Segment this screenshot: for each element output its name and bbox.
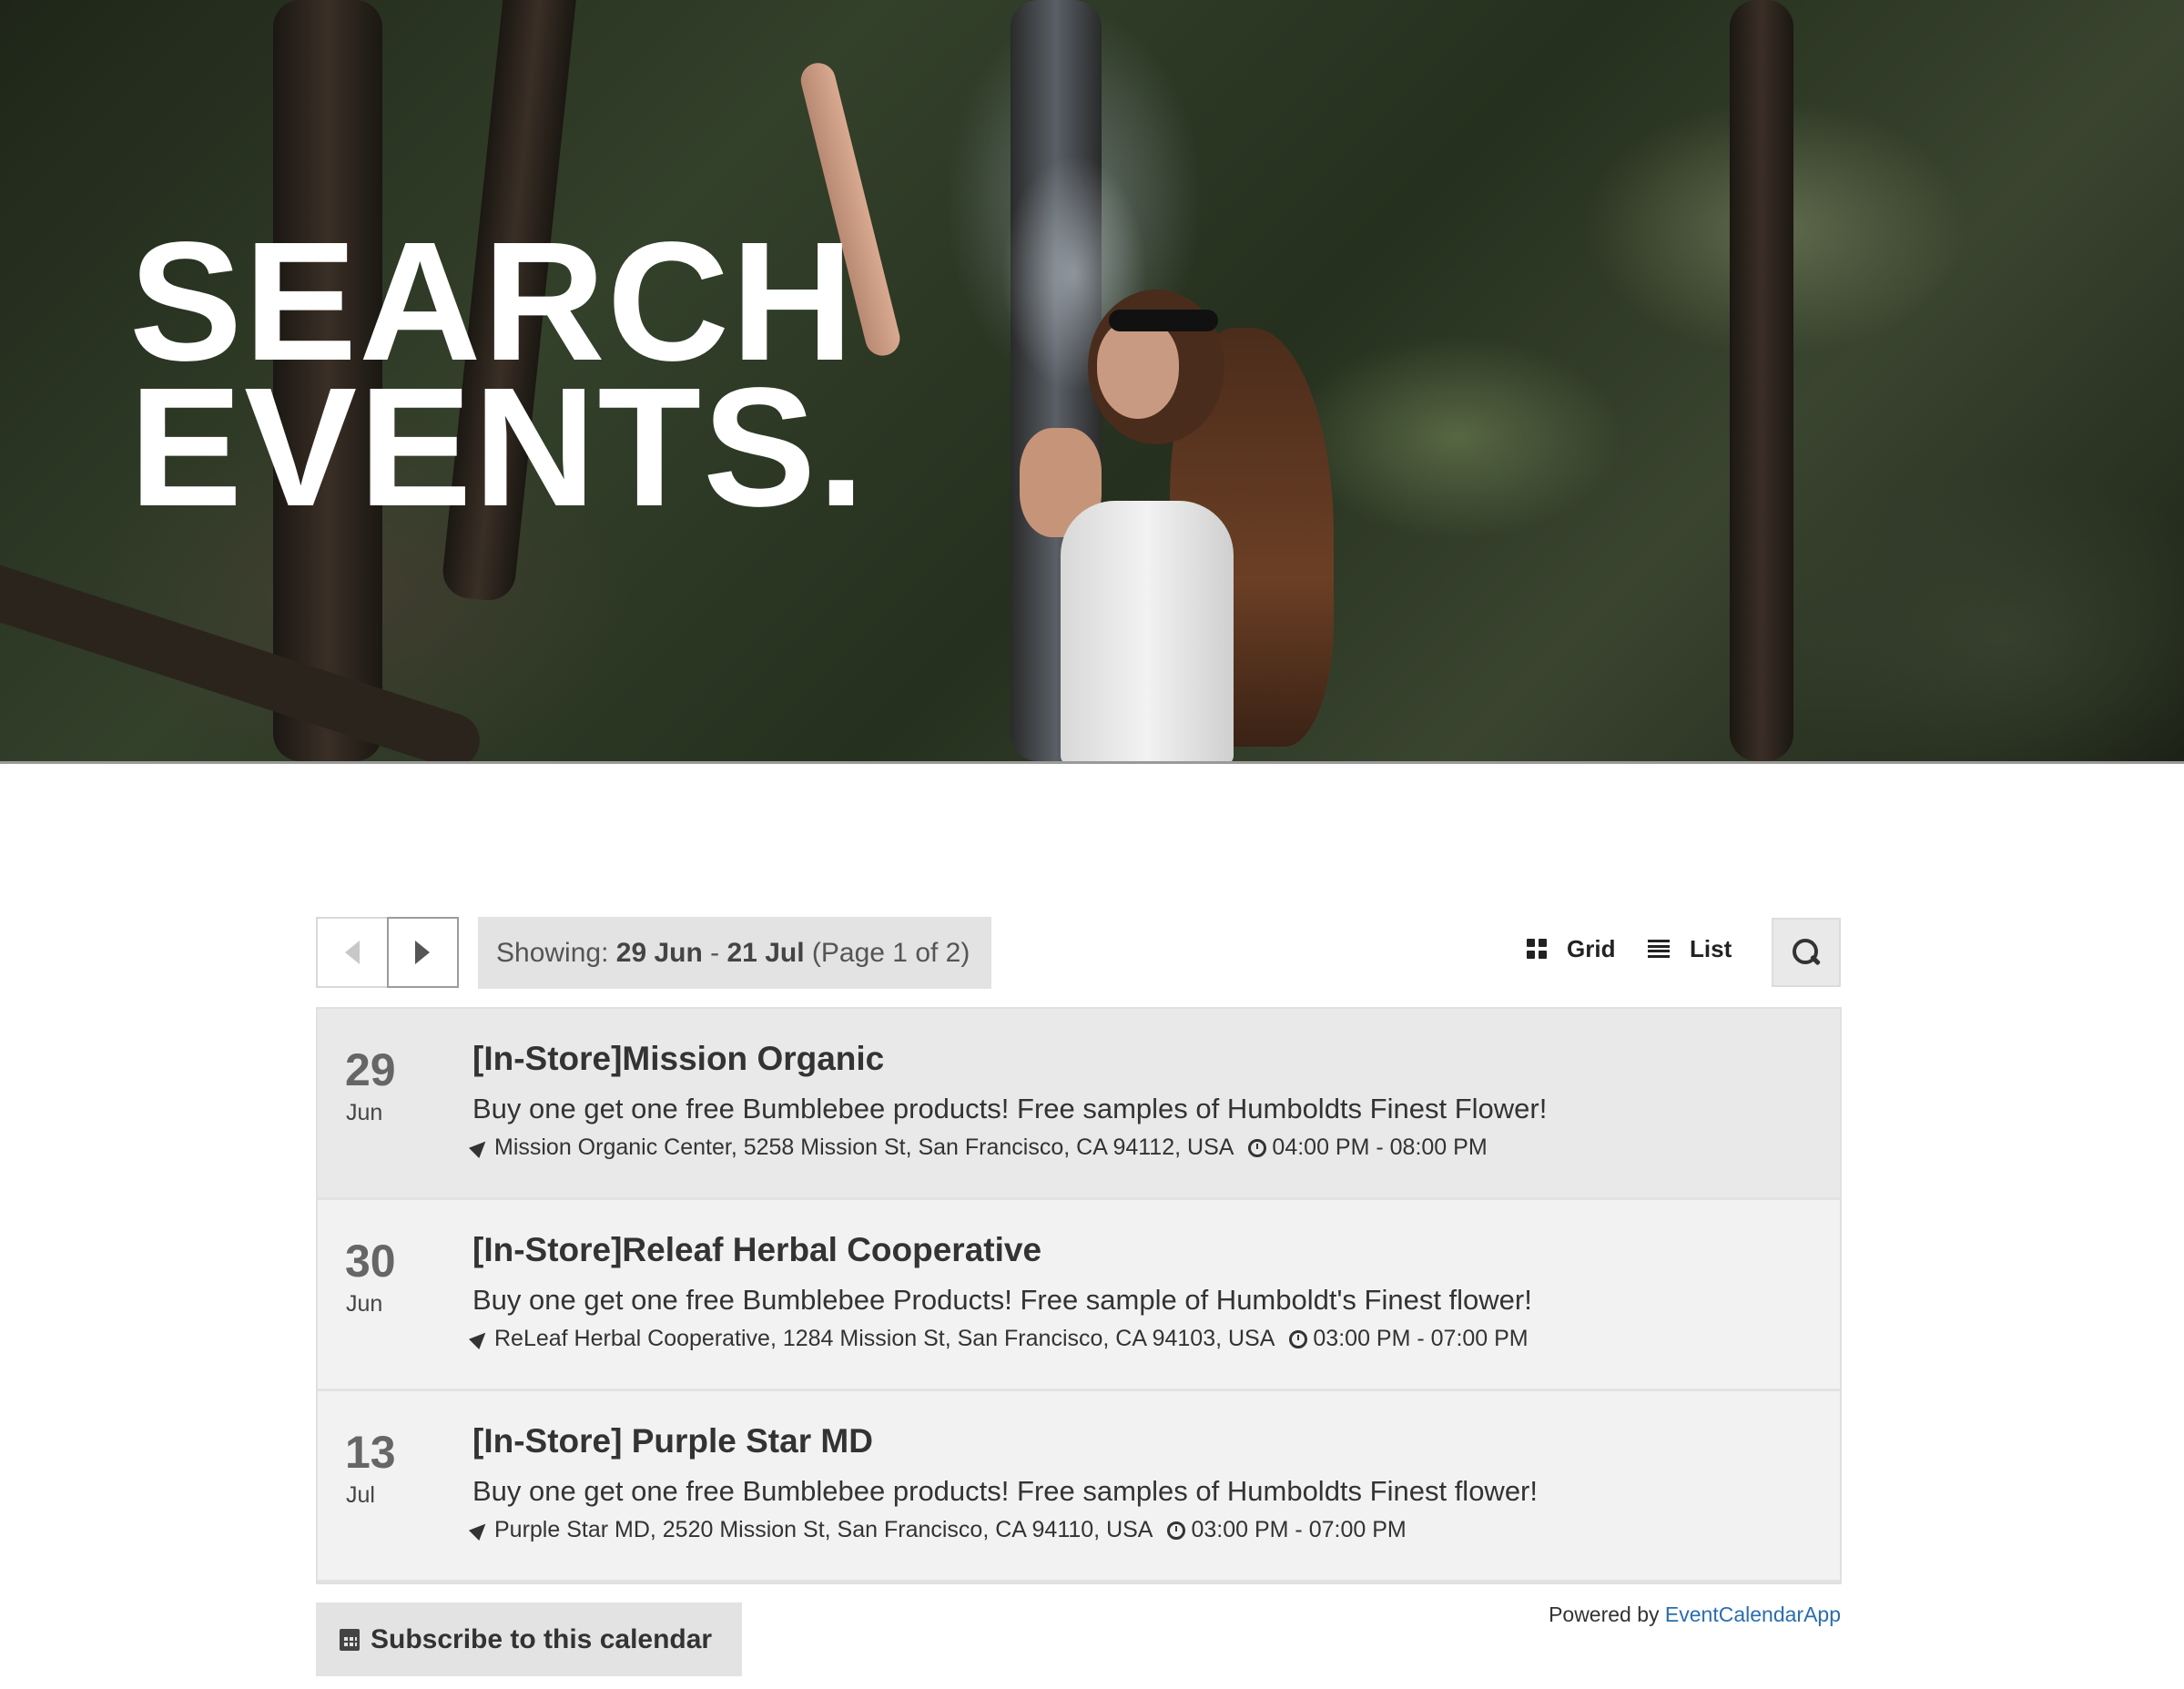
chevron-right-icon <box>415 941 431 964</box>
event-location: Purple Star MD, 2520 Mission St, San Fra… <box>494 1517 1153 1542</box>
clock-icon <box>1248 1138 1267 1157</box>
list-view-button[interactable]: List <box>1648 931 1732 967</box>
event-location: Mission Organic Center, 5258 Mission St,… <box>494 1134 1234 1160</box>
event-month: Jun <box>346 1291 383 1317</box>
event-time: 04:00 PM - 08:00 PM <box>1272 1134 1488 1160</box>
hero-background-tree <box>0 554 487 761</box>
range-separator: - <box>710 937 720 968</box>
event-location: ReLeaf Herbal Cooperative, 1284 Mission … <box>494 1326 1275 1351</box>
chevron-left-icon <box>344 941 360 964</box>
event-time: 03:00 PM - 07:00 PM <box>1313 1326 1529 1351</box>
date-range-display: Showing: 29 Jun - 21 Jul (Page 1 of 2) <box>478 917 991 989</box>
page-title: SEARCH EVENTS. <box>129 218 867 542</box>
subscribe-calendar-button[interactable]: Subscribe to this calendar <box>316 1603 742 1676</box>
list-view-label: List <box>1690 934 1732 962</box>
search-icon <box>1793 939 1822 966</box>
event-title[interactable]: [In-Store]Mission Organic <box>472 1040 884 1078</box>
calendar-icon <box>340 1628 360 1651</box>
hero-photo-torso <box>1061 501 1234 761</box>
list-icon <box>1648 940 1670 958</box>
range-start: 29 Jun <box>615 937 703 968</box>
event-meta: ReLeaf Herbal Cooperative, 1284 Mission … <box>468 1326 1529 1352</box>
range-end: 21 Jul <box>726 937 805 968</box>
powered-by-label: Powered by <box>1549 1603 1660 1626</box>
showing-label: Showing: <box>496 937 609 968</box>
grid-icon <box>1527 939 1547 959</box>
powered-by: Powered by EventCalendarApp <box>1549 1603 1841 1627</box>
event-row[interactable]: 29 Jun [In-Store]Mission Organic Buy one… <box>318 1009 1840 1200</box>
hero-banner: SEARCH EVENTS. <box>0 0 2184 764</box>
next-page-button[interactable] <box>386 917 459 988</box>
event-title[interactable]: [In-Store] Purple Star MD <box>472 1422 873 1460</box>
subscribe-label: Subscribe to this calendar <box>371 1623 713 1654</box>
event-description: Buy one get one free Bumblebee products!… <box>472 1475 1538 1507</box>
event-row[interactable]: 30 Jun [In-Store]Releaf Herbal Cooperati… <box>318 1200 1840 1391</box>
search-button[interactable] <box>1772 918 1841 987</box>
clock-icon <box>1167 1521 1186 1540</box>
page-title-line2: EVENTS. <box>129 353 867 542</box>
event-day: 29 <box>345 1044 396 1095</box>
event-meta: Mission Organic Center, 5258 Mission St,… <box>468 1134 1488 1161</box>
prev-page-button[interactable] <box>318 919 387 986</box>
event-meta: Purple Star MD, 2520 Mission St, San Fra… <box>468 1517 1407 1543</box>
event-description: Buy one get one free Bumblebee Products!… <box>472 1284 1532 1316</box>
page-info: (Page 1 of 2) <box>811 937 970 968</box>
event-time: 03:00 PM - 07:00 PM <box>1191 1517 1407 1542</box>
hero-photo-face <box>1097 319 1179 419</box>
event-row[interactable]: 13 Jul [In-Store] Purple Star MD Buy one… <box>318 1391 1840 1582</box>
event-month: Jun <box>346 1100 383 1125</box>
grid-view-label: Grid <box>1567 934 1616 962</box>
event-month: Jul <box>346 1482 375 1508</box>
event-day: 30 <box>345 1236 396 1287</box>
event-description: Buy one get one free Bumblebee products!… <box>472 1093 1548 1124</box>
hero-background-tree <box>1730 0 1793 761</box>
event-list: 29 Jun [In-Store]Mission Organic Buy one… <box>316 1007 1842 1584</box>
event-day: 13 <box>345 1427 396 1478</box>
location-arrow-icon <box>468 1327 492 1349</box>
pagination-controls <box>316 917 459 988</box>
event-title[interactable]: [In-Store]Releaf Herbal Cooperative <box>472 1231 1041 1269</box>
hero-photo-sunglasses <box>1109 310 1218 331</box>
eventcalendarapp-link[interactable]: EventCalendarApp <box>1665 1603 1841 1626</box>
grid-view-button[interactable]: Grid <box>1527 931 1615 967</box>
clock-icon <box>1289 1329 1308 1348</box>
location-arrow-icon <box>468 1135 492 1158</box>
location-arrow-icon <box>468 1518 492 1541</box>
